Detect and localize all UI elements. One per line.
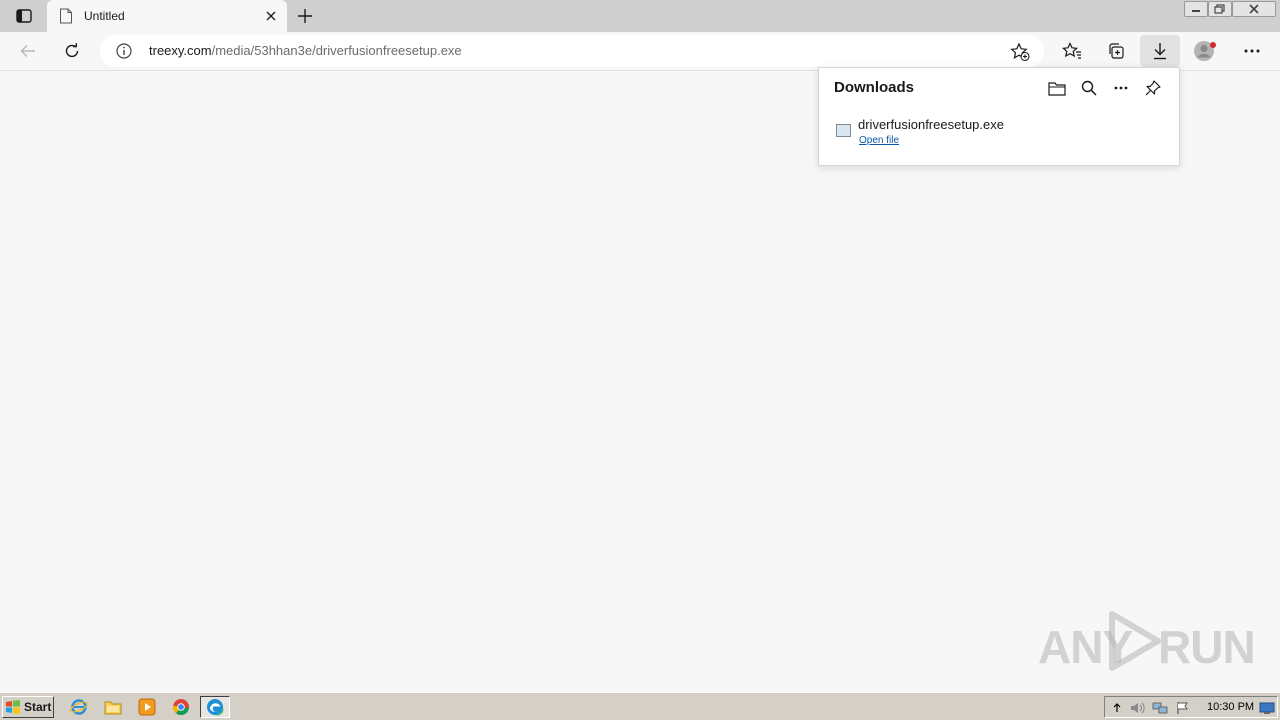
taskbar-file-explorer[interactable]	[100, 696, 126, 718]
show-desktop-button[interactable]	[1259, 700, 1275, 716]
new-tab-button[interactable]	[294, 5, 316, 27]
exe-file-icon	[836, 124, 851, 137]
arrow-left-icon	[20, 45, 35, 57]
windows-logo-icon	[6, 700, 20, 714]
plus-icon	[298, 9, 312, 23]
refresh-icon	[65, 43, 79, 58]
start-label: Start	[24, 700, 52, 714]
system-tray: 10:30 PM	[1104, 696, 1278, 718]
internet-explorer-icon	[70, 699, 88, 715]
folder-icon	[104, 701, 122, 715]
speaker-icon	[1131, 702, 1145, 714]
avatar-icon	[1194, 41, 1216, 61]
add-favorite-icon[interactable]	[1010, 42, 1030, 62]
watermark-run-text: RUN	[1158, 621, 1256, 673]
download-filename: driverfusionfreesetup.exe	[858, 117, 1004, 132]
open-file-link[interactable]: Open file	[859, 135, 899, 146]
back-button[interactable]	[12, 35, 44, 67]
downloads-button[interactable]	[1140, 35, 1180, 67]
url-path: /media/53hhan3e/driverfusionfreesetup.ex…	[211, 43, 462, 58]
network-icon	[1152, 702, 1168, 714]
tab-title: Untitled	[84, 9, 125, 23]
close-icon	[266, 11, 276, 21]
tab-actions-icon	[16, 9, 32, 23]
pin-downloads-button[interactable]	[1143, 78, 1163, 98]
taskbar-chrome[interactable]	[168, 696, 194, 718]
collections-button[interactable]	[1100, 35, 1132, 67]
play-logo-icon	[1109, 611, 1161, 671]
folder-icon	[1048, 81, 1066, 96]
profile-button[interactable]	[1190, 35, 1222, 67]
address-bar[interactable]: treexy.com/media/53hhan3e/driverfusionfr…	[100, 35, 1044, 67]
tab-untitled[interactable]: Untitled	[47, 0, 287, 32]
desktop-icon	[1259, 702, 1275, 714]
taskbar-media-player[interactable]	[134, 696, 160, 718]
volume-tray-button[interactable]	[1129, 700, 1145, 716]
refresh-button[interactable]	[56, 35, 88, 67]
browser-toolbar: treexy.com/media/53hhan3e/driverfusionfr…	[0, 32, 1280, 71]
downloads-title: Downloads	[834, 79, 915, 96]
start-button[interactable]: Start	[2, 696, 54, 718]
pin-icon	[1145, 80, 1161, 96]
tab-actions-button[interactable]	[10, 6, 38, 26]
edge-icon	[207, 699, 224, 716]
chevron-up-icon	[1113, 703, 1121, 712]
collections-icon	[1109, 43, 1124, 59]
more-horizontal-icon	[1114, 86, 1128, 90]
download-icon	[1154, 43, 1166, 60]
minimize-icon	[1192, 10, 1200, 12]
show-hidden-icons-button[interactable]	[1109, 700, 1125, 716]
search-downloads-button[interactable]	[1079, 78, 1099, 98]
info-icon[interactable]	[116, 43, 132, 59]
taskbar-internet-explorer[interactable]	[66, 696, 92, 718]
flag-icon	[1177, 702, 1188, 714]
url-host: treexy.com	[149, 43, 212, 58]
taskbar-edge[interactable]	[200, 696, 230, 718]
restore-button[interactable]	[1208, 1, 1232, 17]
tab-close-button[interactable]	[263, 8, 279, 24]
media-player-icon	[138, 698, 156, 716]
restore-icon	[1214, 4, 1225, 14]
download-item[interactable]: driverfusionfreesetup.exe Open file	[819, 116, 1179, 152]
close-window-button[interactable]	[1232, 1, 1276, 17]
network-tray-button[interactable]	[1152, 700, 1168, 716]
close-window-icon	[1249, 4, 1259, 14]
taskbar: Start 10:30 PM	[0, 692, 1280, 720]
settings-more-button[interactable]	[1236, 35, 1268, 67]
downloads-more-button[interactable]	[1111, 78, 1131, 98]
favorites-button[interactable]	[1056, 35, 1088, 67]
tab-strip: Untitled	[0, 0, 1280, 32]
minimize-button[interactable]	[1184, 1, 1208, 17]
action-center-tray-button[interactable]	[1175, 700, 1191, 716]
chrome-icon	[172, 699, 189, 716]
page-icon	[60, 8, 72, 24]
url-text[interactable]: treexy.com/media/53hhan3e/driverfusionfr…	[149, 43, 462, 58]
more-horizontal-icon	[1244, 49, 1260, 53]
open-downloads-folder-button[interactable]	[1047, 78, 1067, 98]
search-icon	[1081, 80, 1097, 96]
anyrun-watermark: ANY RUN	[1038, 610, 1256, 673]
downloads-panel: Downloads driverfusionfreesetup.exe Open…	[818, 67, 1180, 166]
taskbar-clock: 10:30 PM	[1207, 701, 1255, 713]
favorites-icon	[1062, 42, 1081, 59]
